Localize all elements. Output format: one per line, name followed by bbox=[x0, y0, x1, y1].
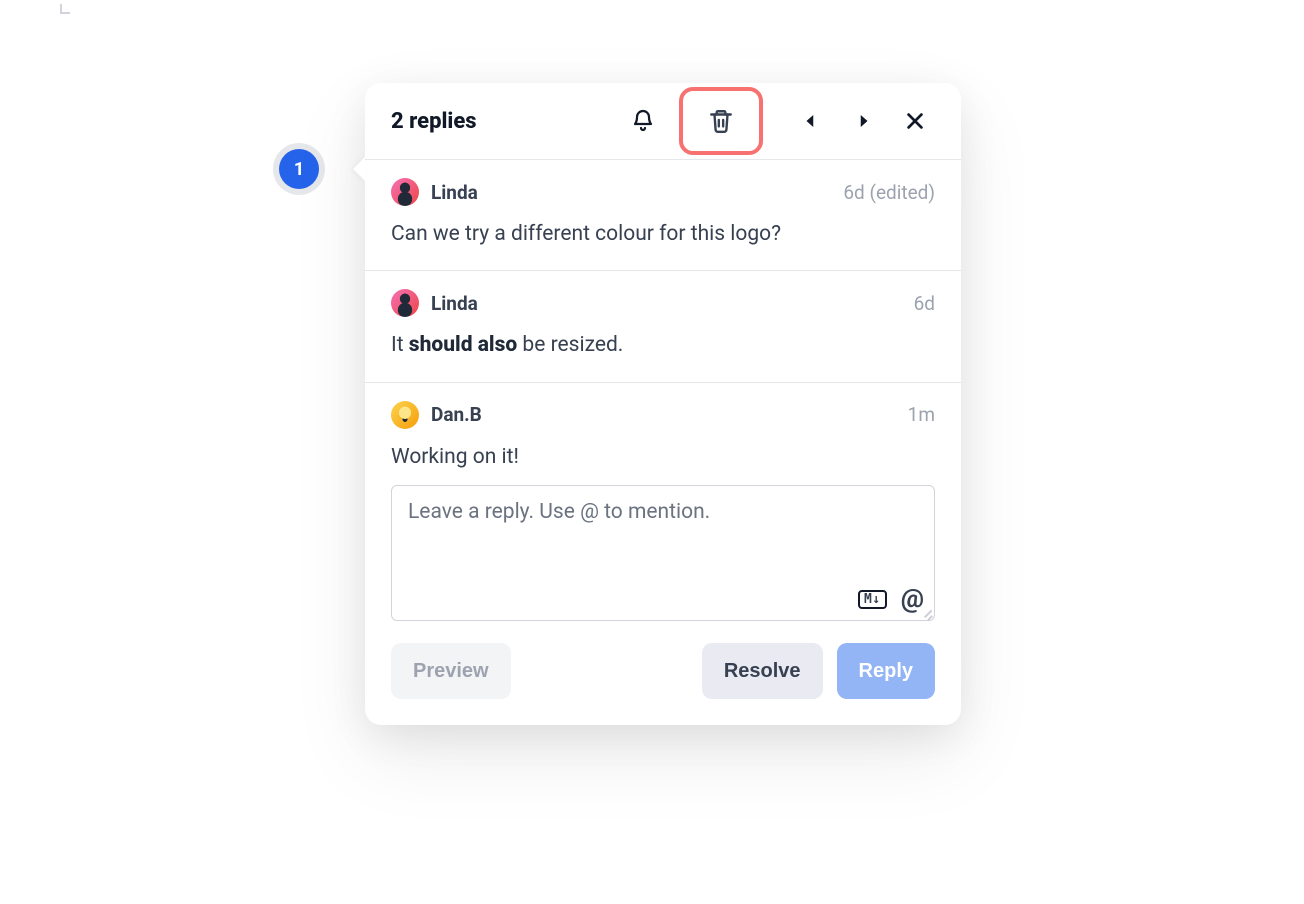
resolve-button[interactable]: Resolve bbox=[702, 643, 823, 699]
reply-placeholder: Leave a reply. Use @ to mention. bbox=[408, 500, 710, 524]
comment-marker-number: 1 bbox=[279, 149, 319, 189]
avatar bbox=[391, 401, 419, 429]
delete-button-highlight bbox=[679, 87, 763, 155]
comment-thread-panel: 2 replies bbox=[365, 83, 961, 725]
close-icon bbox=[904, 110, 926, 132]
comment-body: It should also be resized. bbox=[391, 331, 935, 359]
avatar bbox=[391, 289, 419, 317]
resize-handle[interactable] bbox=[920, 606, 932, 618]
caret-right-icon bbox=[854, 112, 872, 130]
bell-icon bbox=[631, 109, 655, 133]
close-button[interactable] bbox=[893, 99, 937, 143]
reply-actions: Preview Resolve Reply bbox=[391, 643, 935, 699]
comment-item: Dan.B 1m Working on it! bbox=[365, 383, 961, 479]
reply-input[interactable]: Leave a reply. Use @ to mention. M↓ @ bbox=[391, 485, 935, 621]
comment-meta: 6d bbox=[914, 292, 935, 315]
canvas-corner-mark bbox=[60, 4, 70, 14]
trash-icon bbox=[708, 108, 734, 134]
delete-button[interactable] bbox=[708, 108, 734, 134]
comment-item: Linda 6d It should also be resized. bbox=[365, 271, 961, 382]
thread-header: 2 replies bbox=[365, 83, 961, 160]
comment-author: Linda bbox=[431, 181, 478, 204]
comment-body-text: It bbox=[391, 333, 409, 357]
comment-marker[interactable]: 1 bbox=[273, 143, 325, 195]
preview-button[interactable]: Preview bbox=[391, 643, 511, 699]
caret-left-icon bbox=[802, 112, 820, 130]
next-comment-button[interactable] bbox=[841, 99, 885, 143]
reply-button[interactable]: Reply bbox=[837, 643, 935, 699]
reply-area: Leave a reply. Use @ to mention. M↓ @ Pr… bbox=[365, 479, 961, 725]
comment-author: Linda bbox=[431, 292, 478, 315]
comment-meta: 6d (edited) bbox=[843, 181, 935, 204]
comment-item: Linda 6d (edited) Can we try a different… bbox=[365, 160, 961, 271]
comment-body: Can we try a different colour for this l… bbox=[391, 220, 935, 248]
comment-body-bold: should also bbox=[409, 333, 517, 357]
notifications-button[interactable] bbox=[621, 99, 665, 143]
comment-author: Dan.B bbox=[431, 403, 482, 426]
avatar bbox=[391, 178, 419, 206]
prev-comment-button[interactable] bbox=[789, 99, 833, 143]
comment-meta: 1m bbox=[908, 403, 935, 426]
comment-body: Working on it! bbox=[391, 443, 935, 471]
reply-tools: M↓ @ bbox=[858, 586, 924, 612]
markdown-icon[interactable]: M↓ bbox=[858, 590, 887, 609]
comment-body-text: be resized. bbox=[517, 333, 623, 357]
thread-title: 2 replies bbox=[391, 109, 477, 134]
